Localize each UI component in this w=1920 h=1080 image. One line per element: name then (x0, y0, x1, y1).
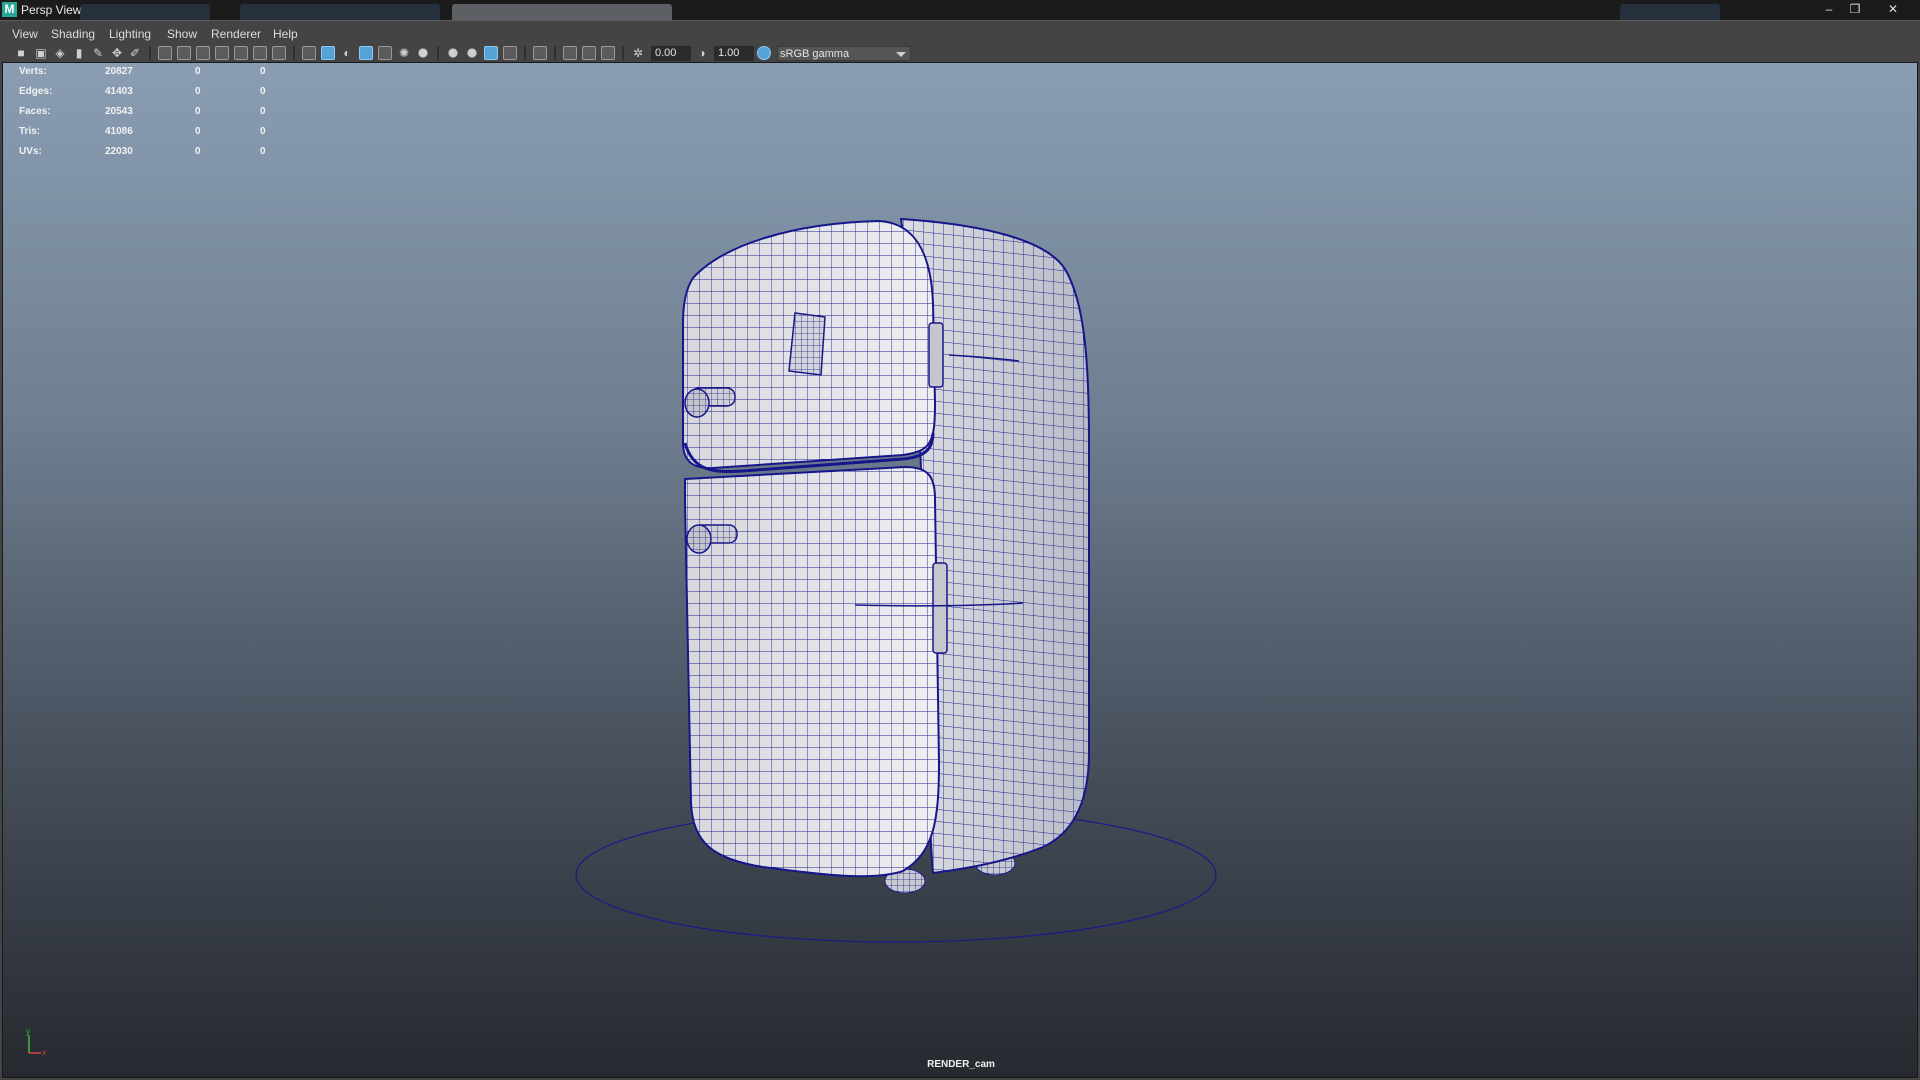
fridge-model[interactable] (3, 63, 1919, 1079)
background-tab (80, 4, 210, 20)
grease-pencil-icon[interactable]: ✐ (128, 46, 142, 60)
background-tab (240, 4, 440, 20)
background-tab-active (452, 4, 672, 20)
window-title: Persp View (21, 3, 82, 17)
bookmarks-icon[interactable]: ◈ (53, 46, 67, 60)
gamma-icon[interactable]: ◑ (695, 46, 709, 60)
toolbar-separator (554, 46, 556, 60)
screen-space-ao-icon[interactable] (446, 46, 460, 60)
bookmark-icon[interactable]: ▮ (72, 46, 86, 60)
toolbar-separator (293, 46, 295, 60)
menu-lighting[interactable]: Lighting (109, 27, 151, 41)
toolbar-separator (149, 46, 151, 60)
wireframe-icon[interactable] (302, 46, 316, 60)
shadows-icon[interactable] (416, 46, 430, 60)
menu-help[interactable]: Help (273, 27, 298, 41)
gamma-field[interactable]: 1.00 (714, 46, 754, 61)
toolbar-separator (622, 46, 624, 60)
view-axis-gizmo: y x (26, 1027, 46, 1057)
menu-view[interactable]: View (12, 27, 38, 41)
image-plane-icon[interactable]: ✎ (91, 46, 105, 60)
xray-joints-icon[interactable] (601, 46, 615, 60)
menu-show[interactable]: Show (167, 27, 197, 41)
xray-active-components-icon[interactable] (582, 46, 596, 60)
wireframe-on-shaded-icon[interactable] (359, 46, 373, 60)
menu-renderer[interactable]: Renderer (211, 27, 261, 41)
smooth-shade-icon[interactable] (321, 46, 335, 60)
toolbar-separator (437, 46, 439, 60)
minimize-button[interactable]: – (1816, 0, 1842, 18)
title-bar: M Persp View – ❐ ✕ (0, 0, 1920, 20)
color-space-value: sRGB gamma (780, 48, 850, 60)
close-button[interactable]: ✕ (1880, 0, 1906, 18)
select-camera-icon[interactable]: ■ (14, 46, 28, 60)
field-chart-icon[interactable] (234, 46, 248, 60)
camera-attributes-icon[interactable]: ▣ (34, 46, 48, 60)
xray-icon[interactable] (563, 46, 577, 60)
textured-icon[interactable] (378, 46, 392, 60)
resolution-gate-icon[interactable] (196, 46, 210, 60)
film-gate-icon[interactable] (177, 46, 191, 60)
panel-toolbar: ■ ▣ ◈ ▮ ✎ ✥ ✐ ◐ ✺ ✲ 0.00 ◑ 1.00 sRGB gam… (0, 44, 1920, 62)
persp-viewport[interactable]: Verts: 20827 0 0 Edges: 41403 0 0 Faces:… (2, 62, 1918, 1078)
fridge-sticker (788, 312, 826, 376)
grid-icon[interactable] (158, 46, 172, 60)
background-tab (1620, 4, 1720, 20)
two-d-pan-icon[interactable]: ✥ (110, 46, 124, 60)
panel-menu-bar: View Shading Lighting Show Renderer Help (0, 20, 1920, 44)
camera-name-label: RENDER_cam (927, 1059, 995, 1070)
isolate-select-icon[interactable] (533, 46, 547, 60)
safe-title-icon[interactable] (272, 46, 286, 60)
use-all-lights-icon[interactable]: ✺ (397, 46, 411, 60)
gate-mask-icon[interactable] (215, 46, 229, 60)
chevron-down-icon (896, 52, 906, 57)
color-space-dropdown[interactable]: sRGB gamma (777, 46, 911, 61)
multisample-aa-icon[interactable] (484, 46, 498, 60)
toolbar-separator (524, 46, 526, 60)
color-management-icon[interactable] (757, 46, 771, 60)
exposure-field[interactable]: 0.00 (651, 46, 691, 61)
safe-action-icon[interactable] (253, 46, 267, 60)
exposure-icon[interactable]: ✲ (631, 46, 645, 60)
maya-app-icon: M (2, 2, 17, 17)
motion-blur-icon[interactable] (465, 46, 479, 60)
axis-x-label: x (42, 1048, 46, 1057)
default-material-icon[interactable]: ◐ (340, 46, 354, 60)
depth-of-field-icon[interactable] (503, 46, 517, 60)
menu-shading[interactable]: Shading (51, 27, 95, 41)
axis-y-label: y (26, 1027, 30, 1036)
restore-button[interactable]: ❐ (1842, 0, 1868, 18)
